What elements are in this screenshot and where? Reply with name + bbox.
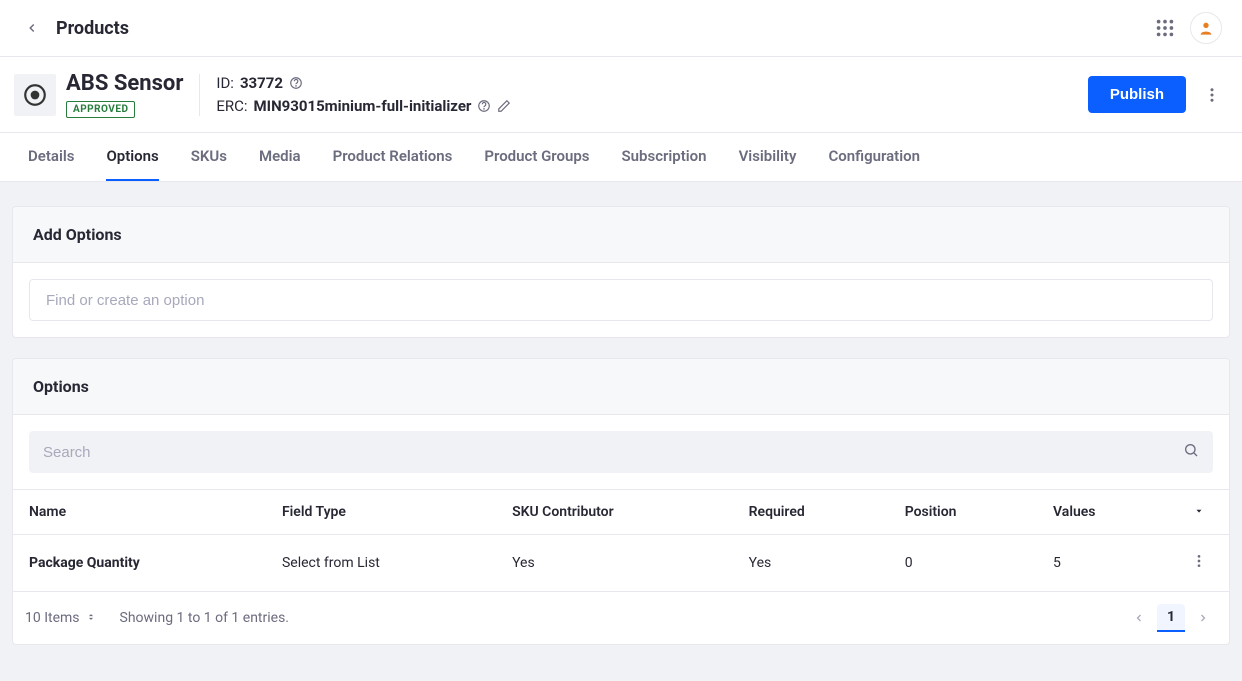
prev-page-button[interactable] bbox=[1125, 604, 1153, 632]
cell-required: Yes bbox=[733, 535, 889, 592]
table-row[interactable]: Package Quantity Select from List Yes Ye… bbox=[13, 535, 1229, 592]
tab-media[interactable]: Media bbox=[259, 133, 301, 181]
cell-name: Package Quantity bbox=[13, 535, 266, 592]
col-field-type[interactable]: Field Type bbox=[266, 490, 496, 535]
col-name[interactable]: Name bbox=[13, 490, 266, 535]
tab-visibility[interactable]: Visibility bbox=[739, 133, 797, 181]
product-id: 33772 bbox=[240, 72, 283, 95]
col-values[interactable]: Values bbox=[1037, 490, 1169, 535]
user-avatar[interactable] bbox=[1190, 12, 1222, 44]
product-title: ABS Sensor bbox=[66, 71, 183, 97]
search-input[interactable] bbox=[43, 444, 1183, 461]
tab-product-relations[interactable]: Product Relations bbox=[333, 133, 453, 181]
tab-configuration[interactable]: Configuration bbox=[828, 133, 920, 181]
tabs: Details Options SKUs Media Product Relat… bbox=[0, 133, 1242, 182]
tab-skus[interactable]: SKUs bbox=[191, 133, 227, 181]
breadcrumb-title: Products bbox=[56, 18, 129, 39]
status-badge: APPROVED bbox=[66, 101, 135, 118]
cell-position: 0 bbox=[889, 535, 1037, 592]
tab-product-groups[interactable]: Product Groups bbox=[484, 133, 589, 181]
col-required[interactable]: Required bbox=[733, 490, 889, 535]
tab-options[interactable]: Options bbox=[106, 133, 158, 181]
add-options-title: Add Options bbox=[33, 225, 1209, 244]
col-actions[interactable] bbox=[1169, 490, 1229, 535]
info-icon[interactable] bbox=[477, 99, 491, 113]
apps-icon[interactable] bbox=[1154, 17, 1176, 39]
product-erc: MIN93015minium-full-initializer bbox=[254, 95, 472, 118]
tab-details[interactable]: Details bbox=[28, 133, 74, 181]
options-title: Options bbox=[33, 377, 1209, 396]
search-icon[interactable] bbox=[1183, 442, 1199, 462]
back-button[interactable] bbox=[20, 16, 44, 40]
edit-icon[interactable] bbox=[497, 99, 511, 113]
id-label: ID: bbox=[216, 72, 234, 95]
row-actions-button[interactable] bbox=[1191, 553, 1207, 569]
col-sku-contributor[interactable]: SKU Contributor bbox=[496, 490, 733, 535]
cell-values: 5 bbox=[1037, 535, 1169, 592]
col-position[interactable]: Position bbox=[889, 490, 1037, 535]
more-actions-button[interactable] bbox=[1196, 79, 1228, 111]
product-thumbnail bbox=[14, 74, 56, 116]
tab-subscription[interactable]: Subscription bbox=[622, 133, 707, 181]
cell-sku-contributor: Yes bbox=[496, 535, 733, 592]
cell-field-type: Select from List bbox=[266, 535, 496, 592]
erc-label: ERC: bbox=[216, 95, 247, 118]
next-page-button[interactable] bbox=[1189, 604, 1217, 632]
publish-button[interactable]: Publish bbox=[1088, 76, 1186, 113]
info-icon[interactable] bbox=[289, 76, 303, 90]
add-option-input[interactable] bbox=[29, 279, 1213, 321]
chevron-down-icon bbox=[1194, 504, 1204, 520]
page-number[interactable]: 1 bbox=[1157, 604, 1185, 632]
